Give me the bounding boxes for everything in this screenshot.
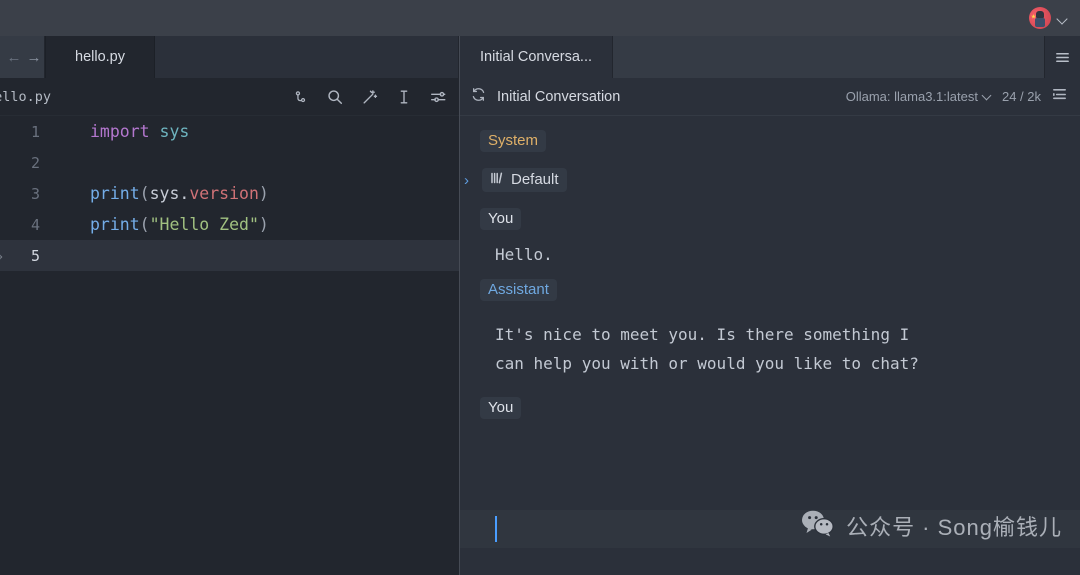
- line-number: 2: [30, 153, 40, 172]
- conversation-history-icon[interactable]: [1051, 86, 1068, 108]
- prompt-default-row[interactable]: › Default: [460, 168, 1080, 192]
- text-caret: [495, 516, 497, 542]
- editor-toolbar: [292, 88, 447, 106]
- assistant-tab-initial-conversation[interactable]: Initial Conversa...: [460, 36, 614, 78]
- conversation-title[interactable]: Initial Conversation: [497, 89, 836, 105]
- zed-editor-window: ← → hello.py hello.py: [0, 0, 1080, 575]
- message-role-system[interactable]: System: [460, 130, 1080, 152]
- code-line-text: import sys: [90, 122, 190, 141]
- hamburger-menu-icon[interactable]: [1045, 36, 1080, 78]
- message-role-you[interactable]: You: [460, 397, 1080, 419]
- code-line-text: print("Hello Zed"): [90, 215, 269, 234]
- fold-marker-icon[interactable]: ⤷: [0, 248, 3, 263]
- model-selector[interactable]: Ollama: llama3.1:latest: [846, 89, 992, 104]
- assistant-tab-empty-area: [613, 36, 1045, 78]
- assistant-panel: Initial Conversa... Initial Conversation: [460, 36, 1080, 575]
- token-counter: 24 / 2k: [1001, 89, 1041, 104]
- line-number: 3: [30, 184, 40, 203]
- line-number: 1: [30, 122, 40, 141]
- message-composer[interactable]: [460, 510, 1080, 548]
- code-line-active[interactable]: ⤷ 5: [0, 240, 459, 271]
- line-number: 4: [30, 215, 40, 234]
- message-role-assistant[interactable]: Assistant: [460, 279, 1080, 301]
- editor-tab-hello-py[interactable]: hello.py: [45, 36, 155, 78]
- breadcrumb-toolbar: hello.py: [0, 78, 459, 116]
- settings-sliders-icon[interactable]: [429, 88, 447, 106]
- code-line[interactable]: 4 print("Hello Zed"): [0, 209, 459, 240]
- workspace-body: ← → hello.py hello.py: [0, 36, 1080, 575]
- search-icon[interactable]: [326, 88, 344, 106]
- assistant-tab-strip: Initial Conversa...: [460, 36, 1080, 78]
- role-badge: System: [480, 130, 547, 152]
- assistant-header: Initial Conversation Ollama: llama3.1:la…: [460, 78, 1080, 116]
- role-badge: Assistant: [480, 279, 557, 301]
- composer-bottom-area: [460, 548, 1080, 575]
- editor-pane: ← → hello.py hello.py: [0, 36, 459, 575]
- prompt-library-icon: [490, 171, 504, 188]
- chevron-right-icon[interactable]: ›: [464, 172, 482, 189]
- nav-back-icon[interactable]: ←: [7, 50, 22, 65]
- breadcrumb[interactable]: hello.py: [0, 89, 51, 105]
- message-role-you[interactable]: You: [460, 208, 1080, 230]
- code-line-text: print(sys.version): [90, 184, 269, 203]
- role-badge: You: [480, 208, 522, 230]
- code-line[interactable]: 3 print(sys.version): [0, 178, 459, 209]
- magic-wand-icon[interactable]: [361, 88, 379, 106]
- nav-forward-icon[interactable]: →: [27, 50, 42, 65]
- text-cursor-icon[interactable]: [396, 88, 412, 106]
- code-line[interactable]: 2: [0, 147, 459, 178]
- refresh-icon[interactable]: [470, 86, 487, 108]
- git-branch-icon[interactable]: [292, 88, 309, 105]
- user-avatar-icon: [1029, 7, 1051, 29]
- nav-buttons-group: ← →: [0, 36, 45, 78]
- code-line[interactable]: 1 import sys: [0, 116, 459, 147]
- role-badge: You: [480, 397, 522, 419]
- code-editor[interactable]: 1 import sys 2 3 print(sys.version) 4 pr…: [0, 116, 459, 575]
- message-text: It's nice to meet you. Is there somethin…: [495, 325, 919, 373]
- editor-tab-strip: ← → hello.py: [0, 36, 459, 78]
- message-text: Hello.: [495, 245, 553, 264]
- conversation-body[interactable]: System › Default You Hello. Assistant It…: [460, 116, 1080, 510]
- chevron-down-icon[interactable]: [1057, 13, 1068, 24]
- title-bar: [0, 0, 1080, 36]
- prompt-label: Default: [511, 171, 559, 188]
- user-account-button[interactable]: [1029, 7, 1068, 29]
- chevron-down-icon: [983, 92, 992, 101]
- model-name: Ollama: llama3.1:latest: [845, 89, 978, 104]
- tab-strip-empty-area: [155, 36, 459, 78]
- prompt-chip[interactable]: Default: [482, 168, 567, 192]
- line-number: 5: [30, 246, 40, 265]
